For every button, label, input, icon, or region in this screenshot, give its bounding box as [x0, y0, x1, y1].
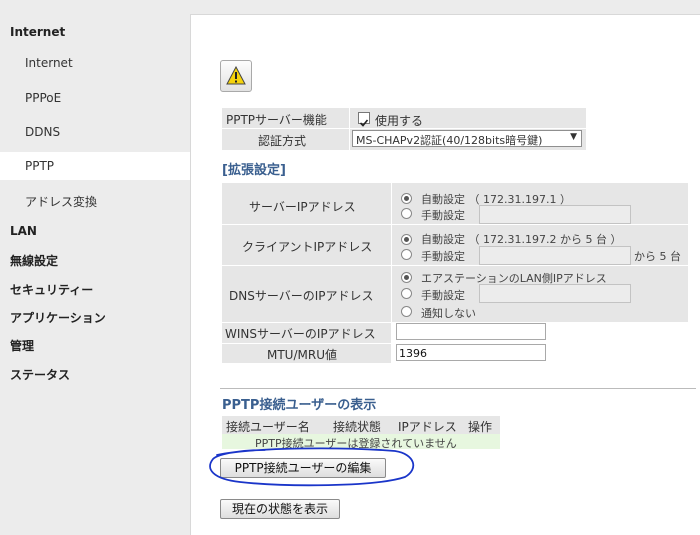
server-ip-manual-radio[interactable]: [401, 208, 412, 219]
sidebar-group-status[interactable]: ステータス: [10, 366, 70, 383]
sidebar-group-lan[interactable]: LAN: [10, 224, 37, 238]
sidebar-item-pppoe[interactable]: PPPoE: [25, 91, 61, 105]
highlight-circle-annotation: [209, 447, 415, 487]
sidebar-group-management[interactable]: 管理: [10, 337, 34, 354]
server-ip-manual-label: 手動設定: [421, 209, 465, 222]
dns-ip-label: DNSサーバーのIPアドレス: [229, 289, 374, 303]
extended-settings-title: [拡張設定]: [222, 163, 286, 178]
warning-button[interactable]: [220, 60, 252, 92]
client-ip-label: クライアントIPアドレス: [242, 240, 373, 254]
dns-ip-field[interactable]: [479, 284, 631, 303]
col-operation: 操作: [468, 420, 493, 434]
sidebar: Internet Internet PPPoE DDNS PPTP アドレス変換…: [0, 0, 190, 534]
wins-ip-label: WINSサーバーのIPアドレス: [225, 327, 376, 341]
auth-method-label: 認証方式: [258, 134, 307, 148]
dns-ip-manual-label: 手動設定: [421, 289, 465, 302]
sidebar-group-security[interactable]: セキュリティー: [10, 281, 93, 298]
sidebar-item-ddns[interactable]: DDNS: [25, 125, 60, 139]
row-divider: [222, 265, 688, 266]
mtu-mru-label: MTU/MRU値: [267, 348, 337, 362]
pptp-server-label: PPTPサーバー機能: [226, 113, 327, 127]
sidebar-item-internet[interactable]: Internet: [25, 56, 73, 70]
pptp-use-label: 使用する: [375, 114, 424, 128]
mtu-mru-input[interactable]: 1396: [396, 344, 546, 361]
pptp-use-checkbox[interactable]: [358, 112, 370, 127]
dns-ip-none-label: 通知しない: [421, 307, 476, 320]
dns-ip-lan-radio[interactable]: [401, 272, 412, 283]
col-user-name: 接続ユーザー名: [226, 420, 310, 434]
sidebar-item-pptp[interactable]: PPTP: [25, 159, 54, 173]
section-divider: [220, 388, 696, 389]
sidebar-item-address-translation[interactable]: アドレス変換: [25, 193, 97, 210]
pptp-users-title: PPTP接続ユーザーの表示: [222, 398, 377, 413]
row-divider: [222, 224, 688, 225]
warning-icon: [226, 66, 246, 85]
server-ip-auto-radio[interactable]: [401, 193, 412, 204]
sidebar-group-wireless[interactable]: 無線設定: [10, 252, 58, 269]
auth-method-value: MS-CHAPv2認証(40/128bits暗号鍵): [356, 134, 543, 147]
client-ip-manual-label: 手動設定: [421, 250, 465, 263]
client-ip-auto-radio[interactable]: [401, 234, 412, 245]
checkmark-icon: [359, 119, 369, 127]
client-ip-field[interactable]: [479, 246, 631, 265]
dropdown-arrow-icon: ▼: [570, 132, 577, 142]
wins-ip-input[interactable]: [396, 323, 546, 340]
server-ip-field[interactable]: [479, 205, 631, 224]
client-ip-auto-label: 自動設定 （ 172.31.197.2 から 5 台 ）: [421, 233, 622, 246]
col-ip-address: IPアドレス: [398, 420, 457, 434]
dns-ip-none-radio[interactable]: [401, 306, 412, 317]
show-status-button[interactable]: 現在の状態を表示: [220, 499, 340, 519]
column-divider: [349, 108, 350, 150]
sidebar-group-application[interactable]: アプリケーション: [10, 309, 106, 326]
sidebar-group-internet[interactable]: Internet: [10, 25, 65, 39]
col-status: 接続状態: [333, 420, 382, 434]
client-ip-count-suffix: から 5 台: [634, 250, 681, 263]
dns-ip-manual-radio[interactable]: [401, 288, 412, 299]
server-ip-label: サーバーIPアドレス: [249, 200, 356, 214]
auth-method-select[interactable]: MS-CHAPv2認証(40/128bits暗号鍵) ▼: [352, 130, 582, 147]
client-ip-manual-radio[interactable]: [401, 249, 412, 260]
